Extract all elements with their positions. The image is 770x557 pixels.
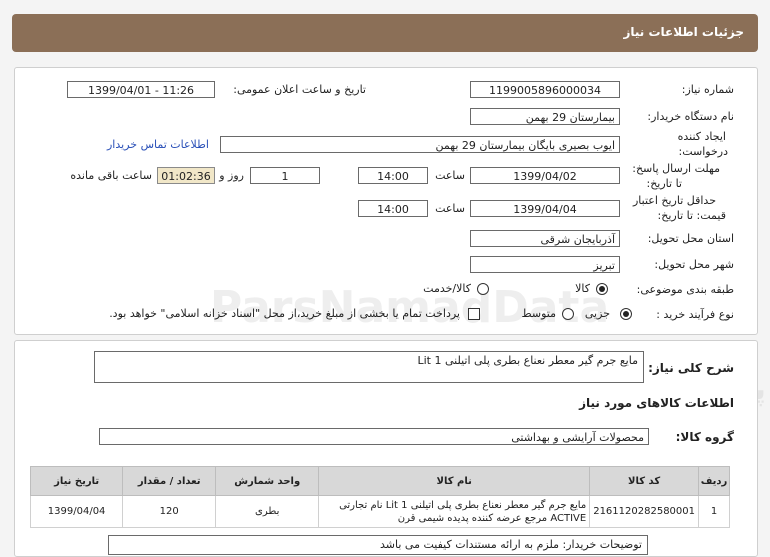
cell-qty: 120 [122, 495, 217, 528]
buyer-org-field: بیمارستان 29 بهمن [470, 108, 620, 125]
cell-code: 2161120282580001 [589, 495, 699, 528]
reply-deadline-time-field: 14:00 [358, 167, 428, 184]
category-option-goods-service: کالا/خدمت [423, 282, 471, 295]
category-radio-goods[interactable] [596, 283, 608, 295]
cell-row-number: 1 [698, 495, 730, 528]
price-validity-label-line2: قیمت: تا تاریخ: [657, 209, 726, 222]
need-number-label: شماره نیاز: [681, 83, 734, 96]
reply-deadline-label-line1: مهلت ارسال پاسخ: [632, 162, 720, 175]
requester-field: ایوب بصیری بایگان بیمارستان 29 بهمن [220, 136, 620, 153]
announce-datetime-label: تاریخ و ساعت اعلان عمومی: [233, 83, 366, 96]
treasury-payment-note: پرداخت تمام یا بخشی از مبلغ خرید،از محل … [109, 307, 460, 320]
reply-deadline-label-line2: تا تاریخ: [646, 177, 682, 190]
days-label: روز و [219, 169, 244, 182]
requester-label-line1: ایجاد کننده [677, 130, 726, 143]
city-label: شهر محل تحویل: [654, 258, 734, 271]
price-validity-date-field: 1399/04/04 [470, 200, 620, 217]
category-radio-goods-service[interactable] [477, 283, 489, 295]
table-row: 1 2161120282580001 مایع جرم گیر معطر نعن… [29, 495, 730, 528]
need-number-field: 1199005896000034 [470, 81, 620, 98]
buyer-contact-link[interactable]: اطلاعات تماس خریدار [107, 138, 209, 151]
col-header-date: تاریخ نیاز [29, 466, 124, 496]
province-field: آذربایجان شرقی [470, 230, 620, 247]
goods-table: ردیف کد کالا نام کالا واحد شمارش تعداد /… [29, 466, 730, 528]
goods-group-label: گروه کالا: [675, 430, 734, 444]
treasury-payment-checkbox[interactable] [468, 308, 480, 320]
col-header-unit: واحد شمارش [215, 466, 320, 496]
summary-textarea: مایع جرم گیر معطر نعناع بطری پلی اتیلنی … [94, 351, 644, 383]
purchase-type-radio-minor[interactable] [620, 308, 632, 320]
col-header-row-number: ردیف [698, 466, 730, 496]
goods-info-title: اطلاعات کالاهای مورد نیاز [579, 396, 734, 410]
summary-label: شرح کلی نیاز: [648, 361, 734, 375]
purchase-type-label: نوع فرآیند خرید : [656, 308, 734, 321]
price-validity-time-label: ساعت [435, 202, 465, 215]
col-header-qty: تعداد / مقدار [122, 466, 217, 496]
reply-deadline-date-field: 1399/04/02 [470, 167, 620, 184]
buyer-org-label: نام دستگاه خریدار: [647, 110, 734, 123]
remaining-time-counter: 01:02:36 [157, 167, 215, 184]
category-label: طبقه بندی موضوعی: [636, 283, 734, 296]
remaining-time-label: ساعت باقی مانده [70, 169, 152, 182]
page-title: جزئیات اطلاعات نیاز [623, 25, 744, 39]
province-label: استان محل تحویل: [647, 232, 734, 245]
announce-datetime-field: 1399/04/01 - 11:26 [67, 81, 215, 98]
summary-text: مایع جرم گیر معطر نعناع بطری پلی اتیلنی … [417, 354, 638, 367]
cell-date: 1399/04/04 [29, 495, 124, 528]
price-validity-label-line1: حداقل تاریخ اعتبار [632, 194, 716, 207]
purchase-type-option-minor: جزیی [584, 307, 610, 320]
cell-unit: بطری [215, 495, 320, 528]
requester-label-line2: درخواست: [678, 145, 728, 158]
remaining-days-field: 1 [250, 167, 320, 184]
category-option-goods: کالا [575, 282, 590, 295]
goods-table-header-row: ردیف کد کالا نام کالا واحد شمارش تعداد /… [29, 466, 730, 496]
col-header-code: کد کالا [589, 466, 699, 496]
purchase-type-radio-medium[interactable] [562, 308, 574, 320]
purchase-type-option-medium: متوسط [521, 307, 556, 320]
city-field: تبریز [470, 256, 620, 273]
price-validity-time-field: 14:00 [358, 200, 428, 217]
col-header-name: نام کالا [318, 466, 591, 496]
goods-group-field: محصولات آرایشی و بهداشتی [99, 428, 649, 445]
cell-name: مایع جرم گیر معطر نعناع بطری پلی اتیلنی … [318, 495, 591, 528]
page-header: جزئیات اطلاعات نیاز [12, 14, 758, 52]
reply-time-label: ساعت [435, 169, 465, 182]
buyer-notes-box: توضیحات خریدار: ملزم به ارائه مستندات کی… [108, 535, 648, 555]
